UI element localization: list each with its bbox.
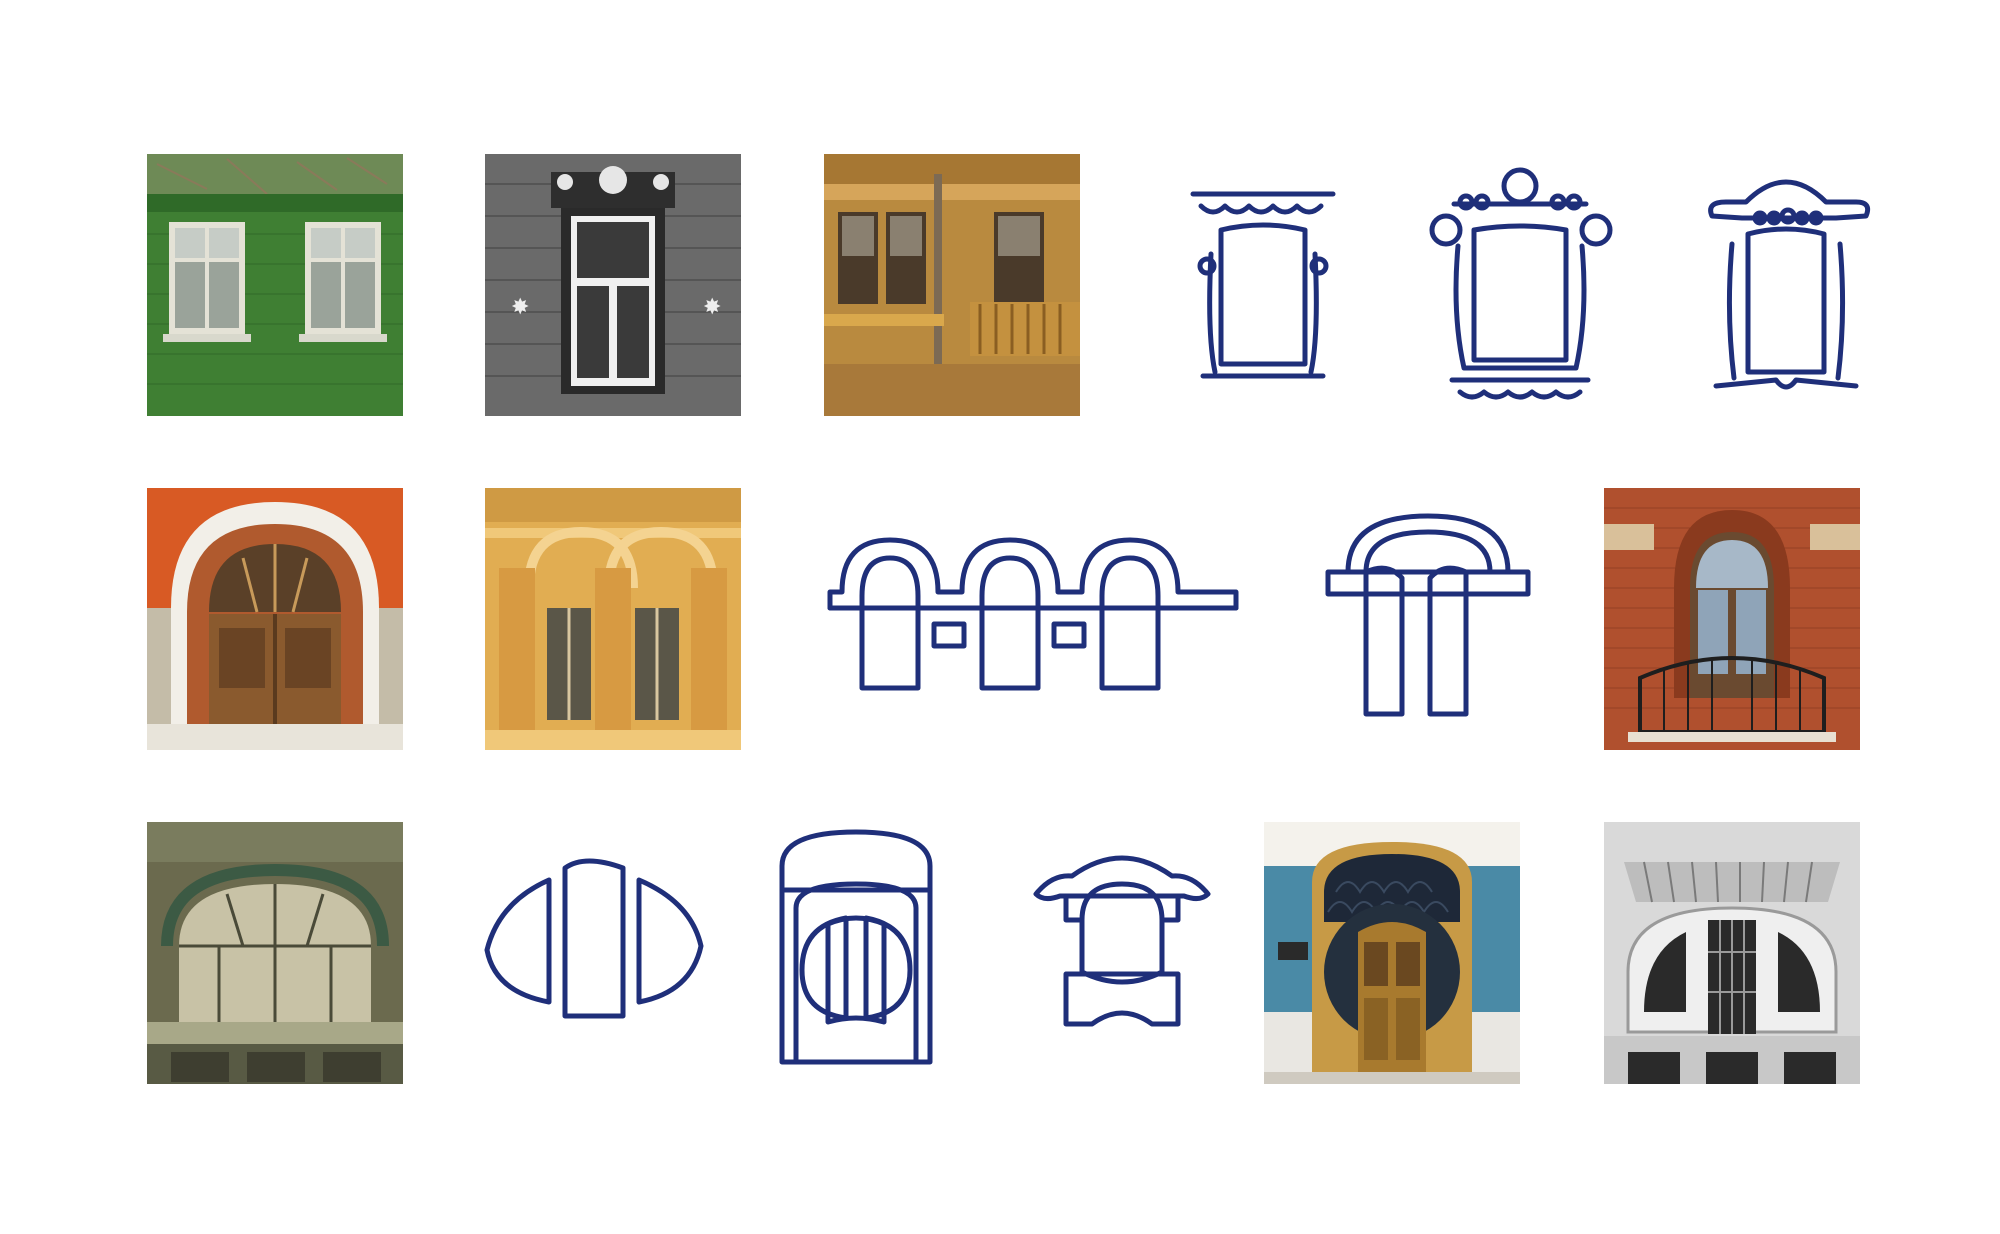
photo-brick-window-balcony [1604,488,1860,750]
icon-round-door-frame [776,822,1032,1084]
icon-single-arch-double-window [1318,488,1574,750]
svg-text:✸: ✸ [703,295,721,320]
photo-arched-wooden-doorway [147,488,403,750]
segmented-window-icon [484,858,704,1019]
icon-crowned-frame-window [1686,154,1942,416]
icon-segmented-window [484,822,741,1084]
pagoda-roof-window-icon [1033,855,1211,1027]
icon-ornate-round-frame-window [1424,154,1680,416]
round-door-frame-icon [779,829,933,1065]
photo-yellow-facade-arched-windows [485,488,741,750]
photo-art-nouveau-round-door [1264,822,1520,1084]
icon-triple-arch-window [824,488,1244,750]
carved-frame-window-icon [1190,191,1336,379]
photo-green-wooden-house-windows [147,154,403,416]
tile-board: ✸ ✸ [0,0,2000,1234]
photo-grayscale-carved-window-frame: ✸ ✸ [485,154,741,416]
icon-pagoda-roof-window [1032,822,1288,1084]
triple-arch-window-icon [827,537,1239,691]
svg-text:✸: ✸ [511,295,529,320]
photo-art-nouveau-arched-window [147,822,403,1084]
photo-stone-facade-arched-window [1604,822,1860,1084]
crowned-frame-window-icon [1708,179,1871,390]
icon-carved-frame-window [1163,154,1419,416]
ornate-round-frame-window-icon [1429,167,1613,400]
single-arch-double-window-icon [1325,513,1531,717]
photo-ochre-wooden-house-balcony [824,154,1080,416]
